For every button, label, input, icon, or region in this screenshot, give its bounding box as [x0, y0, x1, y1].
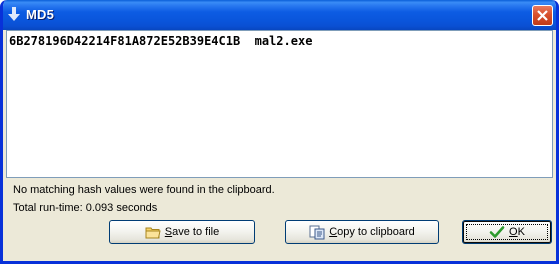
- md5-dialog: MD5 6B278196D42214F81A872E52B39E4C1B mal…: [0, 0, 559, 264]
- runtime-text: Total run-time: 0.093 seconds: [13, 202, 158, 214]
- copy-button-label: Copy to clipboard: [329, 226, 415, 238]
- copy-to-clipboard-button[interactable]: Copy to clipboard: [285, 220, 439, 244]
- window-title: MD5: [26, 7, 55, 22]
- folder-icon: [145, 224, 161, 240]
- hash-result-line: 6B278196D42214F81A872E52B39E4C1B mal2.ex…: [9, 34, 313, 48]
- save-to-file-button[interactable]: Save to file: [109, 220, 255, 244]
- status-message: No matching hash values were found in th…: [13, 184, 275, 196]
- down-arrow-icon: [6, 6, 22, 22]
- clipboard-icon: [309, 224, 325, 240]
- ok-button[interactable]: OK: [462, 220, 552, 244]
- close-icon: [537, 10, 548, 21]
- focus-rectangle: [466, 224, 548, 240]
- close-button[interactable]: [532, 5, 553, 26]
- title-bar[interactable]: MD5: [3, 0, 556, 30]
- save-button-label: Save to file: [164, 226, 220, 238]
- hash-output-box[interactable]: 6B278196D42214F81A872E52B39E4C1B mal2.ex…: [6, 30, 553, 178]
